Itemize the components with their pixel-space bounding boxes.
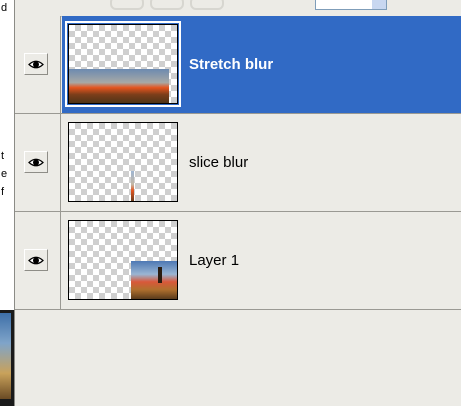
layer-name: Layer 1 xyxy=(189,252,240,269)
eye-icon xyxy=(28,60,44,69)
visibility-toggle[interactable] xyxy=(24,53,48,75)
visibility-cell xyxy=(15,16,61,113)
document-text-fragment: d xyxy=(1,2,8,14)
layer-row-layer-1[interactable]: Layer 1 xyxy=(15,212,461,310)
layer-body[interactable]: Stretch blur xyxy=(62,16,461,113)
toolbar-icon xyxy=(110,0,144,10)
visibility-cell xyxy=(15,212,61,309)
layer-row-stretch-blur[interactable]: Stretch blur xyxy=(15,16,461,114)
layer-thumbnail xyxy=(68,122,178,202)
eye-icon xyxy=(28,256,44,265)
document-text-fragment: e xyxy=(1,168,8,180)
layer-name: Stretch blur xyxy=(189,56,274,73)
background-document: d t e f xyxy=(0,0,14,406)
layer-thumbnail xyxy=(68,220,178,300)
document-text-fragment: t xyxy=(1,150,5,162)
layer-row-slice-blur[interactable]: slice blur xyxy=(15,114,461,212)
toolbar-icon xyxy=(190,0,224,10)
eye-icon xyxy=(28,158,44,167)
layer-body[interactable]: slice blur xyxy=(62,114,461,211)
panel-toolbar xyxy=(15,0,461,17)
layer-body[interactable]: Layer 1 xyxy=(62,212,461,309)
document-text-fragment: f xyxy=(1,186,5,198)
visibility-cell xyxy=(15,114,61,211)
layers-empty-area xyxy=(15,310,461,406)
toolbar-icon xyxy=(150,0,184,10)
chevron-down-icon[interactable] xyxy=(372,0,386,9)
fill-field[interactable] xyxy=(315,0,387,10)
visibility-toggle[interactable] xyxy=(24,151,48,173)
document-image-thumbnail xyxy=(0,310,14,406)
layer-name: slice blur xyxy=(189,154,249,171)
layers-panel: Stretch blur slice blur Layer 1 xyxy=(14,0,461,406)
visibility-toggle[interactable] xyxy=(24,249,48,271)
layer-thumbnail xyxy=(65,21,181,107)
